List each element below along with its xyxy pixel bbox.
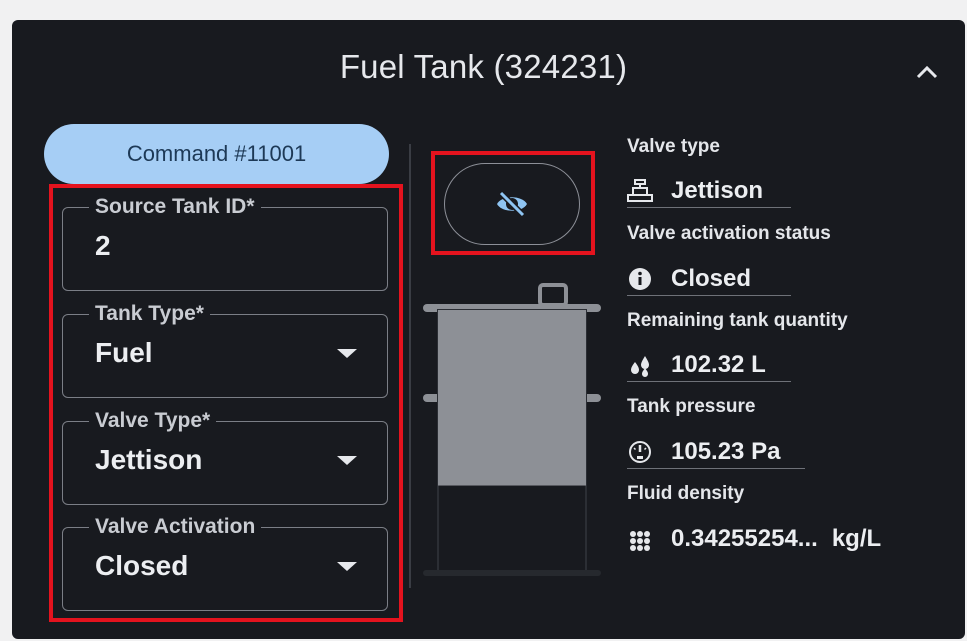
- tank-type-label: Tank Type*: [89, 302, 210, 326]
- visibility-toggle-button[interactable]: [444, 163, 580, 245]
- tank-type-value: Fuel: [95, 337, 153, 368]
- tank-bottom-rim: [423, 570, 601, 576]
- remaining-quantity-info: 102.32 L: [627, 348, 791, 382]
- valve-status-info-value: Closed: [671, 264, 752, 292]
- fluid-density-info: 0.34255254... kg/L: [627, 522, 881, 556]
- collapse-button[interactable]: [910, 58, 944, 86]
- valve-activation-value: Closed: [95, 550, 189, 581]
- valve-type-info: Jettison: [627, 174, 791, 208]
- tank-fill-level: [438, 310, 586, 486]
- tank-pressure-info-label: Tank pressure: [627, 396, 756, 417]
- source-tank-id-field[interactable]: Source Tank ID* 2: [62, 195, 388, 291]
- gauge-icon: [627, 439, 653, 465]
- chevron-down-icon[interactable]: [337, 562, 357, 571]
- valve-icon: [627, 178, 653, 204]
- valve-status-info-label: Valve activation status: [627, 223, 831, 244]
- chevron-up-icon: [916, 65, 938, 79]
- source-tank-id-value[interactable]: 2: [95, 230, 111, 262]
- command-button[interactable]: Command #11001: [44, 124, 389, 184]
- remaining-quantity-info-value: 102.32 L: [671, 350, 766, 378]
- remaining-quantity-info-label: Remaining tank quantity: [627, 310, 848, 331]
- eye-off-icon: [497, 190, 527, 218]
- valve-type-label: Valve Type*: [89, 409, 217, 433]
- valve-type-select[interactable]: Valve Type* Jettison: [62, 409, 388, 505]
- tank-illustration: [423, 283, 601, 576]
- valve-type-info-label: Valve type: [627, 136, 720, 157]
- fluid-density-info-value: 0.34255254...: [671, 525, 818, 552]
- valve-status-info: Closed: [627, 262, 791, 296]
- fluid-density-info-label: Fluid density: [627, 483, 745, 504]
- panel-title: Fuel Tank (324231): [339, 48, 628, 85]
- chevron-down-icon[interactable]: [337, 349, 357, 358]
- tank-cap: [538, 283, 568, 307]
- column-divider: [409, 144, 411, 588]
- valve-type-info-value: Jettison: [671, 176, 764, 204]
- info-icon: [627, 266, 653, 292]
- tank-type-select[interactable]: Tank Type* Fuel: [62, 302, 388, 398]
- source-tank-id-label: Source Tank ID*: [89, 195, 261, 219]
- tank-pressure-info-value: 105.23 Pa: [671, 437, 781, 465]
- valve-type-value: Jettison: [95, 444, 203, 475]
- valve-activation-select[interactable]: Valve Activation Closed: [62, 515, 388, 611]
- density-icon: [627, 526, 653, 552]
- tank-pressure-info: 105.23 Pa: [627, 435, 805, 469]
- valve-activation-label: Valve Activation: [89, 515, 262, 539]
- droplets-icon: [627, 352, 653, 378]
- chevron-down-icon[interactable]: [337, 456, 357, 465]
- fluid-density-info-unit: kg/L: [831, 525, 882, 552]
